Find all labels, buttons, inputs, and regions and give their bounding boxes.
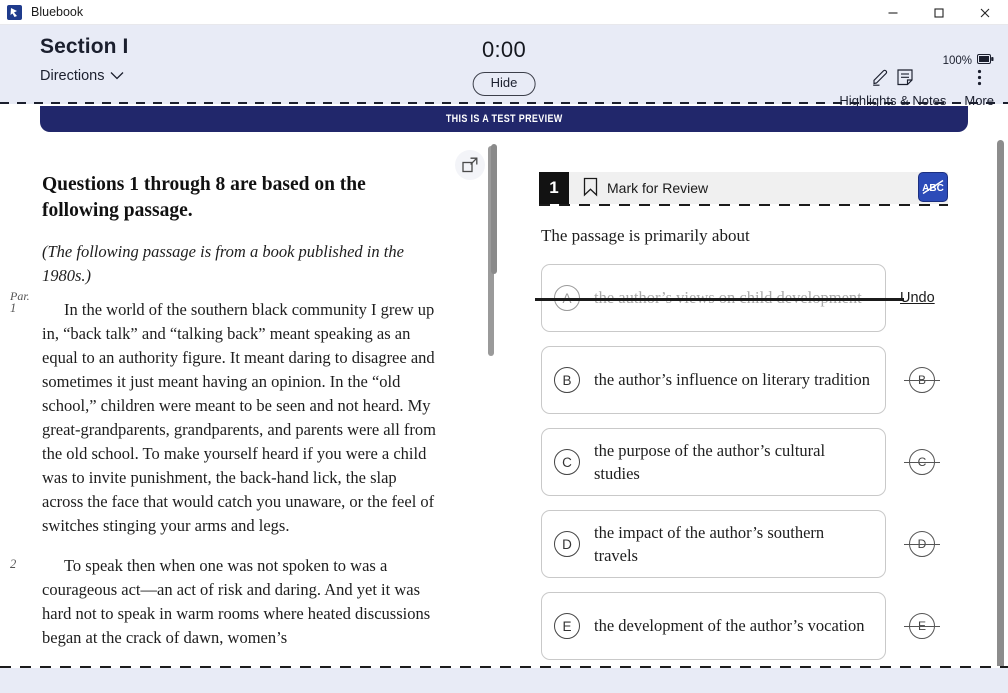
answer-choice-row: C the purpose of the author’s cultural s…: [541, 428, 1008, 496]
vertical-ellipsis-icon: [977, 68, 982, 92]
window-controls: [870, 0, 1008, 25]
question-scrollbar[interactable]: [997, 140, 1004, 666]
choice-text: the purpose of the author’s cultural stu…: [594, 440, 826, 483]
answer-choice-row: E the development of the author’s vocati…: [541, 592, 1008, 660]
passage-note: (The following passage is from a book pu…: [42, 241, 404, 285]
choice-letter: D: [554, 531, 580, 557]
footer-bar: [0, 668, 1008, 693]
eliminate-choice-b-button[interactable]: B: [904, 367, 940, 393]
answer-choices: A the author’s views on child developmen…: [535, 264, 1008, 660]
eliminate-choice-c-button[interactable]: C: [904, 449, 940, 475]
answer-choice-row: B the author’s influence on literary tra…: [541, 346, 1008, 414]
choice-letter: B: [554, 367, 580, 393]
test-preview-banner-wrapper: THIS IS A TEST PREVIEW: [0, 106, 1008, 132]
minimize-button[interactable]: [870, 0, 916, 25]
passage-paragraph: 1 In the world of the southern black com…: [10, 298, 442, 538]
expand-passage-icon[interactable]: [455, 150, 485, 180]
answer-choice-row: A the author’s views on child developmen…: [535, 264, 1008, 332]
choice-letter: E: [554, 613, 580, 639]
choice-text: the development of the author’s vocation: [594, 616, 865, 636]
note-icon: [896, 68, 914, 92]
header-dashed-divider: [0, 102, 1008, 104]
directions-label: Directions: [40, 68, 105, 84]
question-header: 1 Mark for Review ABC: [539, 172, 948, 204]
hide-timer-button[interactable]: Hide: [472, 72, 536, 96]
answer-choice-d[interactable]: D the impact of the author’s southern tr…: [541, 510, 886, 578]
eliminate-choice-e-button[interactable]: E: [904, 613, 940, 639]
question-dashed-divider: [539, 204, 948, 206]
answer-choice-e[interactable]: E the development of the author’s vocati…: [541, 592, 886, 660]
timer-group: 0:00 Hide: [472, 37, 536, 96]
app-title: Bluebook: [31, 5, 84, 19]
passage-content: Questions 1 through 8 are based on the f…: [0, 132, 497, 650]
main-content: Questions 1 through 8 are based on the f…: [0, 132, 1008, 666]
mark-for-review-button[interactable]: Mark for Review: [583, 177, 708, 200]
abc-strikethrough-button[interactable]: ABC: [918, 172, 948, 202]
paragraph-column-label: Par.: [10, 289, 30, 303]
passage-pane: Questions 1 through 8 are based on the f…: [0, 132, 497, 666]
mark-for-review-label: Mark for Review: [607, 180, 709, 196]
maximize-button[interactable]: [916, 0, 962, 25]
header-left-group: Section I Directions: [40, 35, 128, 84]
bluebook-logo-icon: [7, 4, 22, 20]
battery-percent: 100%: [942, 54, 972, 67]
undo-elimination-button[interactable]: Undo: [900, 290, 935, 306]
choice-text: the author’s influence on literary tradi…: [594, 370, 870, 390]
test-preview-text: THIS IS A TEST PREVIEW: [445, 113, 563, 125]
paragraph-text: To speak then when one was not spoken to…: [42, 555, 431, 647]
battery-icon: [977, 54, 994, 67]
passage-paragraph: 2 To speak then when one was not spoken …: [10, 554, 442, 650]
answer-choice-c[interactable]: C the purpose of the author’s cultural s…: [541, 428, 886, 496]
bookmark-icon: [583, 177, 598, 200]
paragraph-text: In the world of the southern black commu…: [42, 299, 436, 535]
exam-header: Section I Directions 0:00 Hide 100% High…: [0, 25, 1008, 108]
highlighter-pen-icon: [871, 68, 890, 92]
answer-choice-b[interactable]: B the author’s influence on literary tra…: [541, 346, 886, 414]
passage-heading: Questions 1 through 8 are based on the f…: [42, 174, 366, 221]
choice-letter: A: [554, 285, 580, 311]
window-titlebar: Bluebook: [0, 0, 1008, 25]
section-title: Section I: [40, 35, 129, 58]
test-preview-banner: THIS IS A TEST PREVIEW: [40, 106, 968, 132]
chevron-down-icon: [110, 68, 124, 84]
eliminate-choice-d-button[interactable]: D: [904, 531, 940, 557]
choice-text: the author’s views on child development: [594, 288, 862, 308]
question-number-badge: 1: [539, 172, 569, 204]
close-button[interactable]: [962, 0, 1008, 25]
paragraph-number: 2: [10, 556, 17, 571]
question-stem: The passage is primarily about: [541, 226, 750, 245]
battery-status: 100%: [943, 54, 994, 67]
choice-letter: C: [554, 449, 580, 475]
answer-choice-row: D the impact of the author’s southern tr…: [541, 510, 1008, 578]
directions-toggle[interactable]: Directions: [40, 68, 128, 84]
choice-text: the impact of the author’s southern trav…: [594, 522, 825, 565]
question-block: 1 Mark for Review ABC The passage is pri…: [497, 132, 1008, 660]
answer-choice-a[interactable]: A the author’s views on child developmen…: [541, 264, 886, 332]
question-pane: 1 Mark for Review ABC The passage is pri…: [497, 132, 1008, 666]
countdown-timer: 0:00: [481, 37, 527, 62]
